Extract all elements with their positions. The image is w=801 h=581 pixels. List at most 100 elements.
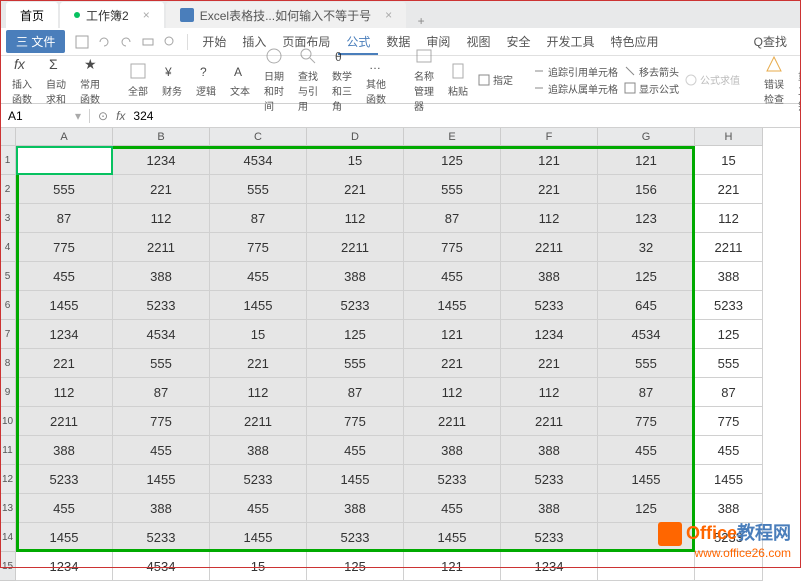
cell[interactable]: 455: [307, 436, 404, 465]
cell[interactable]: 1455: [16, 291, 113, 320]
cell[interactable]: 555: [598, 349, 695, 378]
cell[interactable]: 1234: [113, 146, 210, 175]
col-header-B[interactable]: B: [113, 128, 210, 146]
cell[interactable]: 221: [501, 175, 598, 204]
cell[interactable]: 125: [598, 262, 695, 291]
cell[interactable]: 87: [16, 204, 113, 233]
file-menu[interactable]: 三 文件: [6, 30, 65, 53]
cell[interactable]: 455: [598, 436, 695, 465]
cell[interactable]: 221: [404, 349, 501, 378]
row-header[interactable]: 4: [0, 233, 16, 262]
cell[interactable]: 123: [598, 204, 695, 233]
logic-fn-button[interactable]: ?逻辑: [192, 61, 220, 98]
cell[interactable]: 5233: [501, 291, 598, 320]
cell[interactable]: 388: [113, 262, 210, 291]
error-check-button[interactable]: 错误检查: [760, 54, 788, 106]
cell[interactable]: 455: [16, 262, 113, 291]
cell[interactable]: 555: [404, 175, 501, 204]
col-header-D[interactable]: D: [307, 128, 404, 146]
cell[interactable]: 87: [695, 378, 763, 407]
cell[interactable]: 4534: [598, 320, 695, 349]
cell[interactable]: 112: [404, 378, 501, 407]
print-icon[interactable]: [140, 34, 156, 50]
menu-安全[interactable]: 安全: [498, 35, 538, 49]
fx-label[interactable]: fx: [116, 109, 125, 123]
row-header[interactable]: 6: [0, 291, 16, 320]
cell[interactable]: 775: [113, 407, 210, 436]
cell[interactable]: 2211: [210, 407, 307, 436]
cell[interactable]: 87: [113, 378, 210, 407]
cell[interactable]: 1234: [16, 320, 113, 349]
cell[interactable]: 221: [501, 349, 598, 378]
cell[interactable]: 1455: [210, 291, 307, 320]
name-box[interactable]: A1▾: [0, 109, 90, 123]
cell[interactable]: 221: [16, 349, 113, 378]
cell[interactable]: 2211: [501, 407, 598, 436]
tab-excel-tip[interactable]: Excel表格技...如何输入不等于号 ×: [166, 2, 406, 28]
other-fn-button[interactable]: …其他函数: [362, 54, 390, 106]
cell[interactable]: 388: [501, 262, 598, 291]
cell[interactable]: 1234: [501, 320, 598, 349]
cell[interactable]: 1455: [16, 523, 113, 552]
cell[interactable]: 1455: [113, 465, 210, 494]
common-fn-button[interactable]: ★常用函数: [76, 54, 104, 106]
cell[interactable]: 32: [598, 233, 695, 262]
cell[interactable]: 221: [113, 175, 210, 204]
math-fn-button[interactable]: θ数学和三角: [328, 46, 356, 113]
row-header[interactable]: 9: [0, 378, 16, 407]
cell[interactable]: 1455: [210, 523, 307, 552]
cell[interactable]: 1455: [404, 291, 501, 320]
row-header[interactable]: 7: [0, 320, 16, 349]
cell[interactable]: 121: [404, 320, 501, 349]
cell[interactable]: 775: [307, 407, 404, 436]
text-fn-button[interactable]: A文本: [226, 61, 254, 98]
cell[interactable]: 125: [307, 320, 404, 349]
cell[interactable]: 1455: [695, 465, 763, 494]
cell[interactable]: 1455: [598, 465, 695, 494]
tab-home[interactable]: 首页: [6, 2, 58, 28]
trace-dependents-button[interactable]: 追踪从属单元格: [533, 81, 618, 96]
search-menu[interactable]: Q查找: [746, 33, 795, 50]
cell[interactable]: 775: [210, 233, 307, 262]
row-header[interactable]: 12: [0, 465, 16, 494]
cell[interactable]: 15: [210, 552, 307, 581]
cell[interactable]: 221: [210, 349, 307, 378]
assign-button[interactable]: 指定: [478, 72, 513, 87]
autosum-button[interactable]: Σ自动求和: [42, 54, 70, 106]
row-header[interactable]: 13: [0, 494, 16, 523]
cell[interactable]: 455: [16, 494, 113, 523]
cell[interactable]: 388: [113, 494, 210, 523]
cell[interactable]: 555: [16, 175, 113, 204]
save-icon[interactable]: [74, 34, 90, 50]
cell[interactable]: 4534: [113, 320, 210, 349]
cell[interactable]: 455: [404, 262, 501, 291]
select-all-corner[interactable]: [0, 128, 16, 146]
menu-开始[interactable]: 开始: [194, 35, 234, 49]
cell[interactable]: 121: [404, 552, 501, 581]
row-header[interactable]: 5: [0, 262, 16, 291]
col-header-A[interactable]: A: [16, 128, 113, 146]
cell[interactable]: 1234: [16, 552, 113, 581]
cell[interactable]: 388: [307, 494, 404, 523]
cell[interactable]: 555: [113, 349, 210, 378]
row-header[interactable]: 11: [0, 436, 16, 465]
row-header[interactable]: 2: [0, 175, 16, 204]
row-header[interactable]: 14: [0, 523, 16, 552]
cell[interactable]: 5233: [210, 465, 307, 494]
row-header[interactable]: 1: [0, 146, 16, 175]
cell[interactable]: 5233: [307, 523, 404, 552]
close-icon[interactable]: ×: [385, 8, 392, 22]
cell[interactable]: 5233: [404, 465, 501, 494]
cell[interactable]: 455: [404, 494, 501, 523]
formula-input[interactable]: 324: [133, 109, 153, 123]
cell[interactable]: 15: [307, 146, 404, 175]
finance-fn-button[interactable]: ¥财务: [158, 61, 186, 98]
cell[interactable]: 388: [501, 494, 598, 523]
cell[interactable]: 5233: [113, 523, 210, 552]
cell[interactable]: 5233: [16, 465, 113, 494]
lookup-fn-button[interactable]: 查找与引用: [294, 46, 322, 113]
cell[interactable]: 5233: [307, 291, 404, 320]
menu-特色应用[interactable]: 特色应用: [602, 35, 666, 49]
col-header-F[interactable]: F: [501, 128, 598, 146]
cell[interactable]: 112: [501, 204, 598, 233]
